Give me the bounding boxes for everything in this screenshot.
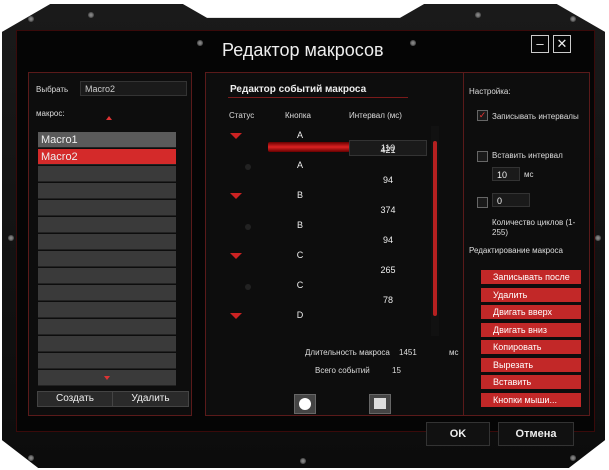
screw-icon (595, 235, 601, 241)
cycles-input[interactable]: 0 (492, 193, 530, 207)
macro-select-field[interactable]: Macro2 (80, 81, 187, 96)
edit-title: Редактирование макроса (469, 246, 563, 255)
cycles-checkbox[interactable] (477, 197, 488, 208)
insert-interval-label: Вставить интервал (492, 151, 563, 160)
event-interval[interactable]: 421 (358, 145, 418, 155)
macro-list-item[interactable] (38, 251, 176, 267)
macro-list-item[interactable]: Macro2 (38, 149, 176, 165)
event-button[interactable]: A (270, 130, 330, 140)
event-button[interactable]: C (270, 250, 330, 260)
divider (228, 97, 408, 98)
event-interval[interactable]: 94 (358, 235, 418, 245)
screw-icon (300, 458, 306, 464)
macro-list-item[interactable] (38, 217, 176, 233)
macro-list-item[interactable] (38, 166, 176, 182)
event-button[interactable]: C (270, 280, 330, 290)
screw-icon (570, 16, 576, 22)
events-value: 15 (392, 366, 401, 375)
minimize-button[interactable]: – (531, 35, 549, 53)
macro-list-item[interactable] (38, 285, 176, 301)
macro-list-item[interactable] (38, 234, 176, 250)
macro-list-item[interactable] (38, 183, 176, 199)
key-up-icon (245, 224, 251, 230)
events-label: Всего событий (315, 366, 370, 375)
create-macro-button[interactable]: Создать (37, 391, 113, 407)
column-button: Кнопка (285, 111, 311, 120)
screw-icon (28, 455, 34, 461)
event-button[interactable]: B (270, 190, 330, 200)
event-interval[interactable]: 94 (358, 175, 418, 185)
macro-label: макрос: (36, 109, 65, 118)
ok-button[interactable]: OK (426, 422, 490, 446)
column-status: Статус (229, 111, 255, 120)
key-down-icon (230, 193, 242, 199)
screw-icon (197, 40, 203, 46)
key-down-icon (230, 313, 242, 319)
settings-title: Настройка: (469, 87, 511, 96)
interval-unit: мс (524, 170, 534, 179)
screw-icon (570, 455, 576, 461)
event-button[interactable]: D (270, 310, 330, 320)
delete-macro-button[interactable]: Удалить (112, 391, 189, 407)
macro-action-button[interactable]: Вставить (481, 375, 581, 389)
macro-action-button[interactable]: Записывать после (481, 270, 581, 284)
scroll-down-icon[interactable] (104, 376, 110, 380)
key-down-icon (230, 253, 242, 259)
select-label: Выбрать (36, 85, 69, 94)
event-interval[interactable]: 78 (358, 295, 418, 305)
duration-value: 1451 (399, 348, 417, 357)
selected-row-bar (268, 142, 350, 152)
macro-action-button[interactable]: Двигать вниз (481, 322, 581, 337)
event-editor-panel (205, 72, 464, 416)
window-title: Редактор макросов (222, 40, 384, 60)
editor-title: Редактор событий макроса (230, 84, 367, 95)
scroll-up-icon[interactable] (106, 116, 112, 120)
key-down-icon (230, 133, 242, 139)
event-button[interactable]: B (270, 220, 330, 230)
screw-icon (8, 235, 14, 241)
macro-list-item[interactable] (38, 353, 176, 369)
event-button[interactable]: A (270, 160, 330, 170)
macro-list-item[interactable] (38, 302, 176, 318)
screw-icon (28, 16, 34, 22)
macro-list-item[interactable] (38, 200, 176, 216)
screw-icon (88, 12, 94, 18)
macro-action-button[interactable]: Удалить (481, 287, 581, 302)
close-button[interactable]: ✕ (553, 35, 571, 53)
macro-list-item[interactable] (38, 336, 176, 352)
column-interval: Интервал (мс) (349, 111, 402, 120)
event-interval[interactable]: 265 (358, 265, 418, 275)
interval-input[interactable]: 10 (492, 167, 520, 181)
record-intervals-label: Записывать интервалы (492, 112, 579, 121)
scrollbar-thumb[interactable] (433, 141, 437, 316)
insert-interval-checkbox[interactable] (477, 151, 488, 162)
record-intervals-checkbox[interactable]: ✓ (477, 110, 488, 121)
macro-action-button[interactable]: Кнопки мыши... (481, 392, 581, 407)
key-up-icon (245, 164, 251, 170)
cycles-label: Количество циклов (1-255) (492, 218, 576, 237)
key-up-icon (245, 284, 251, 290)
macro-list-item[interactable]: Macro1 (38, 132, 176, 148)
macro-list-item[interactable] (38, 268, 176, 284)
record-icon (299, 398, 311, 410)
macro-action-button[interactable]: Двигать вверх (481, 305, 581, 319)
stop-button[interactable] (369, 394, 391, 414)
stop-icon (374, 398, 386, 409)
cancel-button[interactable]: Отмена (498, 422, 574, 446)
macro-action-button[interactable]: Вырезать (481, 357, 581, 372)
macro-action-button[interactable]: Копировать (481, 340, 581, 354)
screw-icon (410, 40, 416, 46)
screw-icon (475, 12, 481, 18)
event-interval[interactable]: 374 (358, 205, 418, 215)
duration-label: Длительность макроса (305, 348, 390, 357)
record-button[interactable] (294, 394, 316, 414)
macro-list-item[interactable] (38, 319, 176, 335)
duration-unit: мс (449, 348, 459, 357)
